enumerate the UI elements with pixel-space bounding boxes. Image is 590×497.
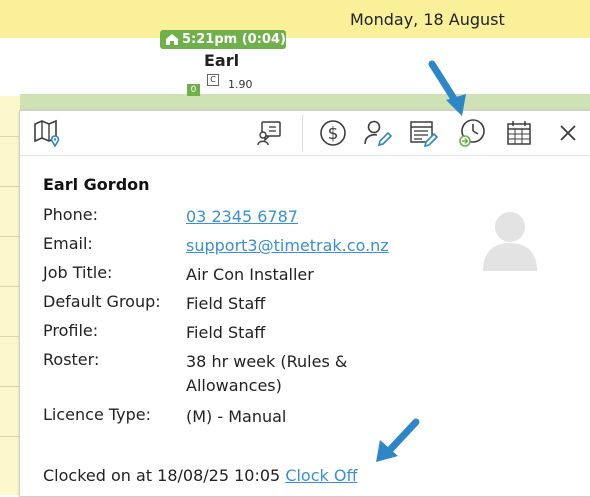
clocked-status: Clocked on at 18/08/25 10:05 Clock Off [43, 466, 357, 485]
job-title-label: Job Title: [43, 263, 113, 282]
default-group-label: Default Group: [43, 292, 161, 311]
roster-value: 38 hr week (Rules & Allowances) [186, 352, 348, 395]
profile-value: Field Staff [186, 323, 266, 342]
popup-toolbar: $ [20, 111, 590, 156]
svg-text:$: $ [328, 124, 339, 144]
employee-full-name: Earl Gordon [43, 175, 150, 194]
job-title-value: Air Con Installer [186, 265, 314, 284]
profile-label: Profile: [43, 321, 99, 340]
default-group-value: Field Staff [186, 294, 266, 313]
phone-label: Phone: [43, 205, 98, 224]
edit-timesheet-icon[interactable] [408, 118, 438, 148]
avatar-placeholder-icon [483, 212, 537, 271]
date-banner: Monday, 18 August [0, 0, 590, 38]
licence-label: Licence Type: [43, 405, 152, 424]
class-code-badge: C [207, 74, 219, 86]
dollar-icon[interactable]: $ [318, 118, 348, 148]
edit-user-icon[interactable] [362, 118, 392, 148]
employee-column-name[interactable]: Earl [204, 51, 239, 70]
hours-value: 1.90 [228, 78, 253, 91]
roster-label: Roster: [43, 350, 100, 369]
toolbar-divider [302, 115, 303, 151]
email-link[interactable]: support3@timetrak.co.nz [186, 234, 389, 258]
clock-off-link[interactable]: Clock Off [285, 466, 357, 485]
date-label: Monday, 18 August [350, 10, 505, 29]
map-pin-icon[interactable] [32, 118, 62, 148]
time-column [0, 96, 21, 495]
house-icon [166, 34, 178, 45]
annotation-arrow-left [376, 418, 420, 462]
chat-icon[interactable] [254, 118, 284, 148]
clock-status-badge[interactable]: 5:21pm (0:04) [160, 30, 286, 49]
clock-on-icon[interactable] [457, 118, 487, 148]
close-icon[interactable] [553, 118, 583, 148]
status-square: 0 [187, 84, 200, 96]
employee-details-popup: $ Earl Gordon Phone: 03 2345 6787 Email:… [19, 110, 590, 497]
clock-badge-text: 5:21pm (0:04) [182, 32, 286, 47]
shift-bar[interactable] [20, 94, 590, 110]
calendar-grid-icon[interactable] [504, 118, 534, 148]
licence-value: (M) - Manual [186, 407, 287, 426]
email-label: Email: [43, 234, 93, 253]
clocked-on-text: Clocked on at 18/08/25 10:05 [43, 466, 281, 485]
annotation-arrow-down [428, 60, 466, 116]
phone-link[interactable]: 03 2345 6787 [186, 205, 376, 229]
